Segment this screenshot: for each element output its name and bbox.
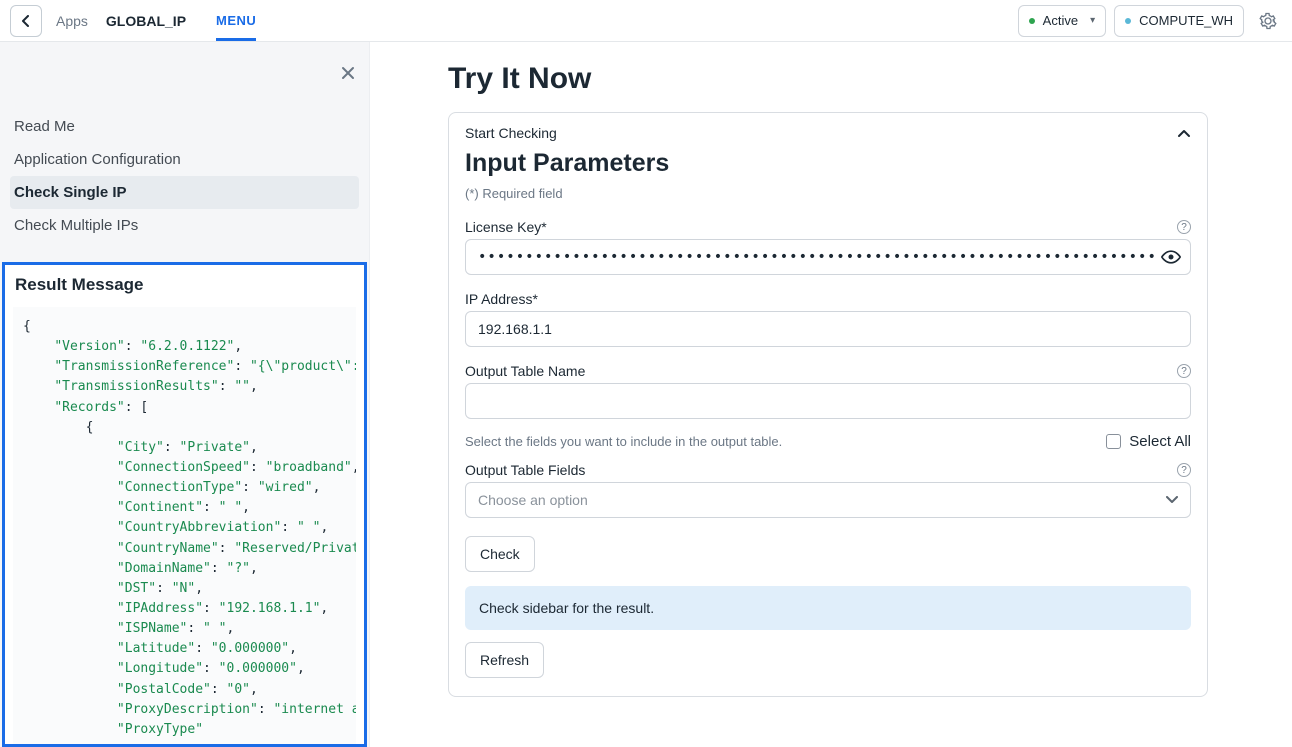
output-table-name-label: Output Table Name xyxy=(465,363,585,379)
breadcrumb: Apps GLOBAL_IP xyxy=(56,13,186,29)
output-table-fields-select[interactable]: Choose an option xyxy=(465,482,1191,518)
chevron-left-icon xyxy=(21,15,31,27)
breadcrumb-app-title[interactable]: GLOBAL_IP xyxy=(106,13,186,29)
section-title: Input Parameters xyxy=(449,147,1207,184)
chevron-down-icon xyxy=(1166,496,1178,504)
license-key-input[interactable] xyxy=(465,239,1191,275)
result-json: { "Version": "6.2.0.1122", "Transmission… xyxy=(13,307,356,744)
info-banner: Check sidebar for the result. xyxy=(465,586,1191,630)
settings-button[interactable] xyxy=(1254,7,1282,35)
check-button[interactable]: Check xyxy=(465,536,535,572)
breadcrumb-apps[interactable]: Apps xyxy=(56,13,88,29)
output-table-fields-label: Output Table Fields xyxy=(465,462,585,478)
sidebar-nav: Read Me Application Configuration Check … xyxy=(0,110,369,242)
output-table-name-input[interactable] xyxy=(465,383,1191,419)
warehouse-dot-icon xyxy=(1125,18,1131,24)
warehouse-label: COMPUTE_WH xyxy=(1139,13,1233,28)
select-all-row: Select All xyxy=(1106,433,1191,450)
fields-hint: Select the fields you want to include in… xyxy=(465,434,782,449)
license-key-label: License Key* xyxy=(465,219,547,235)
chevron-up-icon xyxy=(1177,128,1191,138)
required-note: (*) Required field xyxy=(449,184,1207,213)
field-ip-address: IP Address* xyxy=(449,285,1207,357)
status-dot-icon xyxy=(1029,18,1035,24)
nav-read-me[interactable]: Read Me xyxy=(10,110,359,143)
field-output-table-fields: Output Table Fields ? Choose an option xyxy=(449,456,1207,528)
topbar: Apps GLOBAL_IP MENU Active ▾ COMPUTE_WH xyxy=(0,0,1292,42)
close-sidebar-button[interactable] xyxy=(341,66,355,80)
collapse-button[interactable] xyxy=(1177,128,1191,138)
help-icon[interactable]: ? xyxy=(1177,220,1191,234)
main-content: Try It Now Start Checking Input Paramete… xyxy=(370,42,1292,747)
result-title: Result Message xyxy=(5,265,364,301)
panel-label: Start Checking xyxy=(465,125,557,141)
sidebar: Read Me Application Configuration Check … xyxy=(0,42,370,747)
help-icon[interactable]: ? xyxy=(1177,463,1191,477)
nav-app-config[interactable]: Application Configuration xyxy=(10,143,359,176)
field-output-table-name: Output Table Name ? xyxy=(449,357,1207,429)
page-title: Try It Now xyxy=(448,62,1252,96)
nav-check-multiple-ips[interactable]: Check Multiple IPs xyxy=(10,209,359,242)
help-icon[interactable]: ? xyxy=(1177,364,1191,378)
ip-address-input[interactable] xyxy=(465,311,1191,347)
status-label: Active xyxy=(1043,13,1078,28)
close-icon xyxy=(341,66,355,80)
gear-icon xyxy=(1259,12,1277,30)
start-checking-panel: Start Checking Input Parameters (*) Requ… xyxy=(448,112,1208,697)
ip-address-label: IP Address* xyxy=(465,291,538,307)
warehouse-dropdown[interactable]: COMPUTE_WH xyxy=(1114,5,1244,37)
tab-menu[interactable]: MENU xyxy=(216,13,256,41)
select-placeholder: Choose an option xyxy=(478,492,588,508)
reveal-button[interactable] xyxy=(1161,250,1181,264)
status-dropdown[interactable]: Active ▾ xyxy=(1018,5,1106,37)
select-all-checkbox[interactable] xyxy=(1106,434,1121,449)
select-all-label: Select All xyxy=(1129,433,1191,450)
refresh-button[interactable]: Refresh xyxy=(465,642,544,678)
chevron-down-icon: ▾ xyxy=(1090,15,1095,26)
back-button[interactable] xyxy=(10,5,42,37)
field-license-key: License Key* ? xyxy=(449,213,1207,285)
eye-icon xyxy=(1161,250,1181,264)
result-panel: Result Message { "Version": "6.2.0.1122"… xyxy=(2,262,367,747)
nav-check-single-ip[interactable]: Check Single IP xyxy=(10,176,359,209)
